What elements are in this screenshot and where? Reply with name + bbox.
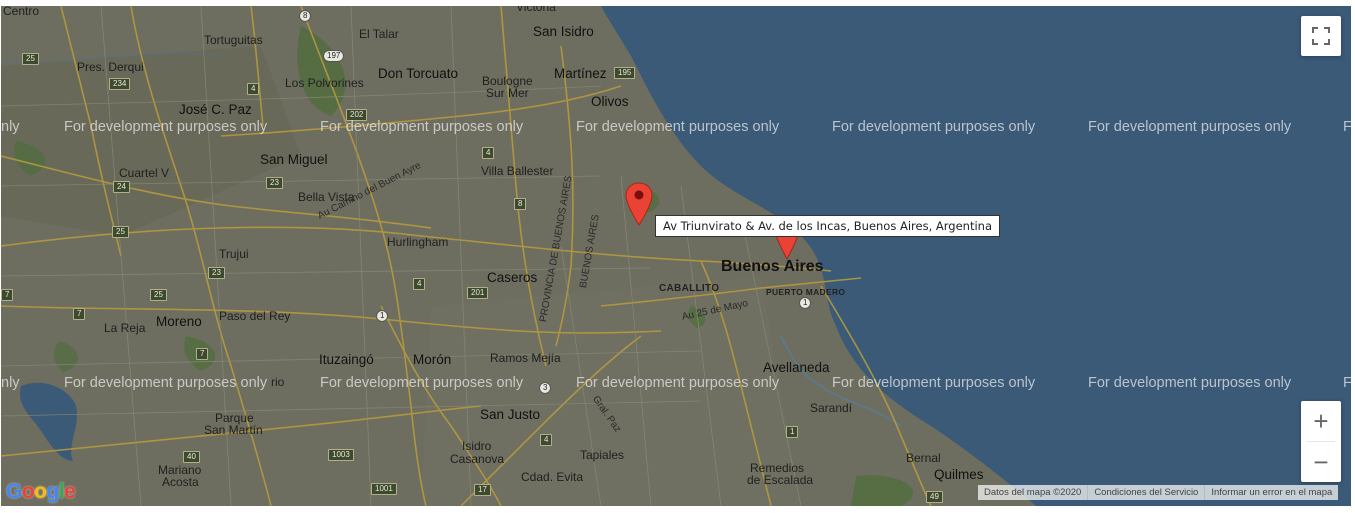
route-shield: 1 <box>786 426 799 438</box>
route-shield: 25 <box>150 289 167 301</box>
route-shield: 4 <box>413 278 426 290</box>
route-shield: 197 <box>323 50 345 62</box>
place-label: Hurlingham <box>387 235 449 249</box>
route-shield: 4 <box>482 147 495 159</box>
route-shield: 23 <box>266 177 283 189</box>
route-shield: 17 <box>474 484 491 496</box>
logo-letter: G <box>6 480 22 503</box>
marker-tooltip: Av Triunvirato & Av. de los Incas, Bueno… <box>655 215 1001 237</box>
place-label: Avellaneda <box>763 360 830 375</box>
logo-letter: o <box>34 480 47 503</box>
place-label: La Reja <box>104 321 146 335</box>
place-label: PUERTO MADERO <box>766 287 846 297</box>
place-label: Centro <box>3 6 40 18</box>
watermark-text: F <box>1343 375 1351 391</box>
route-shield: 4 <box>540 434 553 446</box>
route-shield: 25 <box>112 226 129 238</box>
route-shield: 23 <box>208 267 225 279</box>
place-label: José C. Paz <box>179 102 252 117</box>
place-label: Trujui <box>219 247 249 261</box>
google-logo[interactable]: Google <box>6 480 76 504</box>
watermark-text: F <box>1343 119 1351 135</box>
watermark-text: For development purposes only <box>320 119 524 135</box>
watermark-text: For development purposes only <box>832 119 1036 135</box>
place-label-city: Buenos Aires <box>721 258 824 275</box>
route-shield: 8 <box>514 198 527 210</box>
fullscreen-icon <box>1312 27 1330 45</box>
place-label: Quilmes <box>934 467 984 482</box>
route-shield: 7 <box>196 348 209 360</box>
watermark-text: For development purposes only <box>576 119 780 135</box>
zoom-in-button[interactable]: + <box>1301 401 1341 441</box>
place-label: Don Torcuato <box>378 66 459 81</box>
place-label: Olivos <box>591 94 629 109</box>
watermark-text: For development purposes only <box>576 375 780 391</box>
place-label: Martínez <box>554 66 607 81</box>
place-label: San Martín <box>204 423 263 437</box>
place-label: Morón <box>413 352 452 367</box>
watermark-text: For development purposes only <box>1088 119 1292 135</box>
watermark-text: For development purposes only <box>320 375 524 391</box>
place-label: Casanova <box>450 452 505 466</box>
zoom-out-button[interactable]: − <box>1301 442 1341 482</box>
place-label: Ituzaingó <box>319 352 374 367</box>
terms-link[interactable]: Condiciones del Servicio <box>1087 485 1204 500</box>
route-shield: 1001 <box>371 483 397 495</box>
route-shield: 7 <box>73 308 86 320</box>
logo-letter: e <box>64 480 76 503</box>
place-label: CABALLITO <box>659 283 720 294</box>
attribution-bar: Datos del mapa ©2020 Condiciones del Ser… <box>978 485 1339 500</box>
place-label: Isidro <box>462 439 492 453</box>
route-shield: 24 <box>113 181 130 193</box>
map-data-attribution: Datos del mapa ©2020 <box>984 487 1082 498</box>
place-label: San Isidro <box>533 24 594 39</box>
watermark-text: For development purposes only <box>64 375 268 391</box>
map-marker-pin[interactable] <box>625 182 653 226</box>
route-shield: 7 <box>1 289 14 301</box>
place-label: rio <box>271 375 285 389</box>
place-label: El Talar <box>359 27 399 41</box>
place-label: Los Polvorines <box>285 76 364 90</box>
logo-letter: o <box>21 480 35 503</box>
route-shield: 25 <box>22 53 39 65</box>
place-label: Tortuguitas <box>204 33 263 47</box>
place-label: Caseros <box>487 270 538 285</box>
place-label: San Miguel <box>260 152 328 167</box>
place-label: Paso del Rey <box>219 309 291 323</box>
logo-letter: g <box>46 480 60 503</box>
zoom-control: + − <box>1301 401 1341 482</box>
place-label: Bernal <box>906 451 941 465</box>
fullscreen-button[interactable] <box>1301 16 1341 56</box>
place-label: Acosta <box>162 475 199 489</box>
place-label: de Escalada <box>747 473 814 487</box>
watermark-text: For development purposes only <box>832 375 1036 391</box>
report-error-link[interactable]: Informar un error en el mapa <box>1204 485 1338 500</box>
place-label: Pres. Derqui <box>77 60 144 74</box>
watermark-text: nly <box>1 119 20 135</box>
watermark-text: For development purposes only <box>1088 375 1292 391</box>
place-label: Sur Mer <box>486 86 529 100</box>
place-label: Moreno <box>156 314 202 329</box>
place-label: Villa Ballester <box>481 164 554 178</box>
route-shield: 195 <box>614 67 636 79</box>
route-shield: 4 <box>247 83 260 95</box>
place-label: Sarandí <box>810 401 853 415</box>
place-label: San Justo <box>480 407 541 422</box>
route-shield: 234 <box>109 78 131 90</box>
route-shield: 201 <box>467 287 489 299</box>
place-label: Tapiales <box>580 448 625 462</box>
route-shield: 49 <box>926 491 943 503</box>
map-canvas[interactable]: Centro Tortuguitas El Talar San Isidro V… <box>1 6 1351 506</box>
watermark-text: For development purposes only <box>64 119 268 135</box>
place-label: Victoria <box>516 6 556 14</box>
place-label: Ramos Mejía <box>490 351 561 365</box>
route-shield: 40 <box>183 451 200 463</box>
watermark-text: nly <box>1 375 20 391</box>
place-label: Cdad. Evita <box>521 470 584 484</box>
route-shield: 1003 <box>328 449 354 461</box>
place-label: Cuartel V <box>119 166 170 180</box>
